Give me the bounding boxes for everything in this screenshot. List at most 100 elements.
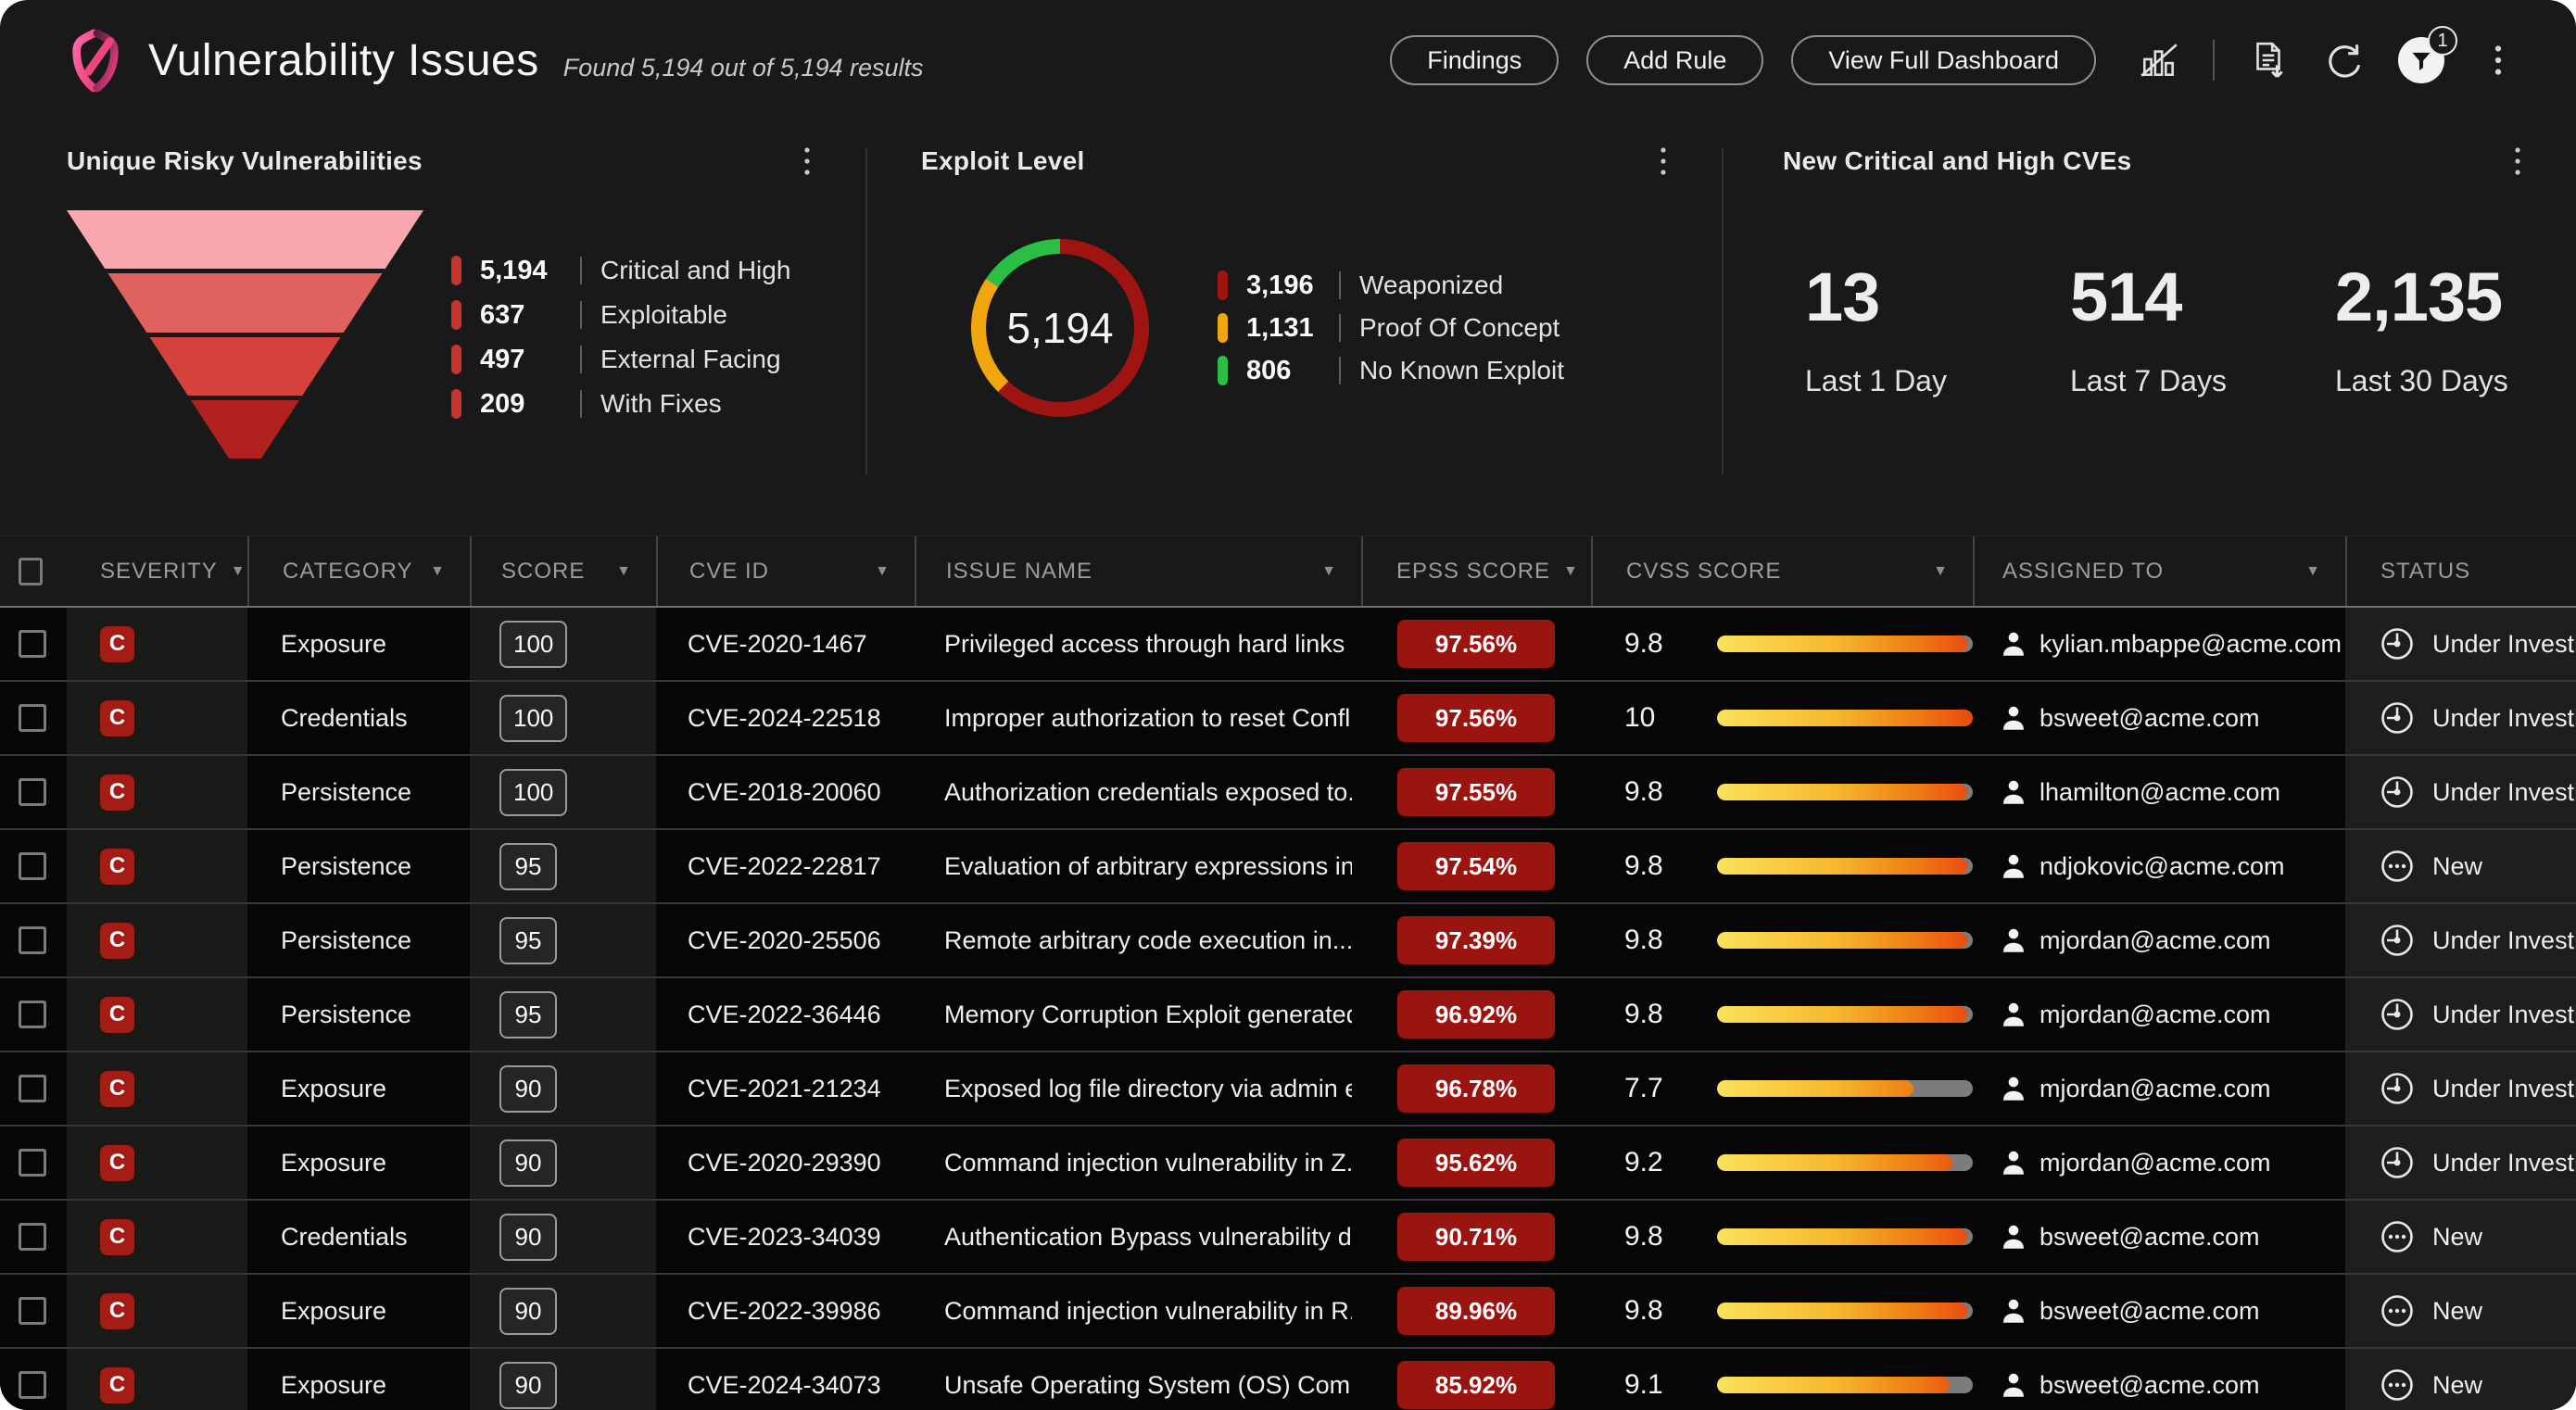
filter-icon[interactable]: ▼ xyxy=(1321,563,1337,580)
cve-id-cell[interactable]: CVE-2020-1467 xyxy=(688,630,867,659)
filter-icon[interactable]: ▼ xyxy=(231,563,246,580)
row-checkbox[interactable] xyxy=(19,1371,46,1399)
table-row[interactable]: C Persistence 95 CVE-2022-36446 Memory C… xyxy=(0,978,2576,1052)
assignee[interactable]: mjordan@acme.com xyxy=(2001,1149,2271,1177)
cve-id-cell[interactable]: CVE-2023-34039 xyxy=(688,1223,881,1252)
add-rule-button[interactable]: Add Rule xyxy=(1586,35,1763,85)
assignee[interactable]: lhamilton@acme.com xyxy=(2001,778,2280,807)
table-row[interactable]: C Exposure 90 CVE-2022-39986 Command inj… xyxy=(0,1275,2576,1349)
chart-toggle-icon[interactable] xyxy=(2137,38,2181,82)
filter-icon[interactable]: ▼ xyxy=(616,563,632,580)
assignee[interactable]: mjordan@acme.com xyxy=(2001,926,2271,955)
person-icon xyxy=(2001,704,2027,732)
status-cell[interactable]: Under Investig xyxy=(2379,1144,2576,1181)
filter-icon[interactable]: ▼ xyxy=(1563,563,1579,580)
cve-id-cell[interactable]: CVE-2022-22817 xyxy=(688,852,881,881)
cve-id-cell[interactable]: CVE-2020-25506 xyxy=(688,926,881,955)
status-cell[interactable]: New xyxy=(2379,848,2482,885)
table-row[interactable]: C Persistence 95 CVE-2022-22817 Evaluati… xyxy=(0,830,2576,904)
row-checkbox[interactable] xyxy=(19,1001,46,1028)
cve-id-cell[interactable]: CVE-2024-34073 xyxy=(688,1371,881,1400)
table-row[interactable]: C Exposure 100 CVE-2020-1467 Privileged … xyxy=(0,608,2576,682)
assignee[interactable]: ndjokovic@acme.com xyxy=(2001,852,2285,881)
filter-icon[interactable]: ▼ xyxy=(875,563,890,580)
assignee[interactable]: mjordan@acme.com xyxy=(2001,1075,2271,1103)
issue-name-cell[interactable]: Improper authorization to reset Confl... xyxy=(944,704,1352,733)
cve-id-cell[interactable]: CVE-2020-29390 xyxy=(688,1149,881,1177)
issue-name-cell[interactable]: Unsafe Operating System (OS) Com... xyxy=(944,1371,1352,1400)
column-header-score[interactable]: SCORE▼ xyxy=(470,536,656,606)
row-checkbox[interactable] xyxy=(19,630,46,658)
table-row[interactable]: C Exposure 90 CVE-2020-29390 Command inj… xyxy=(0,1127,2576,1201)
cve-id-cell[interactable]: CVE-2018-20060 xyxy=(688,778,881,807)
table-row[interactable]: C Persistence 100 CVE-2018-20060 Authori… xyxy=(0,756,2576,830)
column-header-severity[interactable]: SEVERITY▼ xyxy=(67,536,247,606)
row-checkbox[interactable] xyxy=(19,778,46,806)
table-row[interactable]: C Exposure 90 CVE-2024-34073 Unsafe Oper… xyxy=(0,1349,2576,1410)
table-row[interactable]: C Credentials 100 CVE-2024-22518 Imprope… xyxy=(0,682,2576,756)
status-cell[interactable]: Under Investig xyxy=(2379,774,2576,811)
findings-button[interactable]: Findings xyxy=(1390,35,1559,85)
status-cell[interactable]: Under Investig xyxy=(2379,699,2576,736)
column-header-cve-id[interactable]: CVE ID▼ xyxy=(656,536,915,606)
assignee[interactable]: bsweet@acme.com xyxy=(2001,1223,2260,1252)
assignee[interactable]: kylian.mbappe@acme.com xyxy=(2001,630,2342,659)
row-checkbox[interactable] xyxy=(19,1297,46,1325)
assignee[interactable]: mjordan@acme.com xyxy=(2001,1001,2271,1029)
select-all-checkbox[interactable] xyxy=(19,558,43,585)
status-cell[interactable]: New xyxy=(2379,1218,2482,1255)
issue-name-cell[interactable]: Authorization credentials exposed to... xyxy=(944,778,1352,807)
column-header-assigned-to[interactable]: ASSIGNED TO▼ xyxy=(1973,536,2345,606)
issue-name-cell[interactable]: Exposed log file directory via admin e..… xyxy=(944,1075,1352,1103)
issue-name-cell[interactable]: Evaluation of arbitrary expressions in..… xyxy=(944,852,1352,881)
issue-name-cell[interactable]: Command injection vulnerability in R... xyxy=(944,1297,1352,1326)
cve-id-cell[interactable]: CVE-2021-21234 xyxy=(688,1075,881,1103)
refresh-icon[interactable] xyxy=(2322,38,2367,82)
status-cell[interactable]: New xyxy=(2379,1292,2482,1329)
status-cell[interactable]: Under Investig xyxy=(2379,922,2576,959)
issue-name-cell[interactable]: Authentication Bypass vulnerability d... xyxy=(944,1223,1352,1252)
view-full-dashboard-button[interactable]: View Full Dashboard xyxy=(1791,35,2096,85)
assignee[interactable]: bsweet@acme.com xyxy=(2001,1371,2260,1400)
cve-id-cell[interactable]: CVE-2022-39986 xyxy=(688,1297,881,1326)
row-checkbox[interactable] xyxy=(19,926,46,954)
card-menu-icon[interactable] xyxy=(2509,141,2526,188)
overflow-menu-icon[interactable] xyxy=(2476,38,2520,82)
table-row[interactable]: C Exposure 90 CVE-2021-21234 Exposed log… xyxy=(0,1052,2576,1127)
card-menu-icon[interactable] xyxy=(799,141,815,188)
row-checkbox[interactable] xyxy=(19,1149,46,1177)
issue-name-cell[interactable]: Memory Corruption Exploit generated xyxy=(944,1001,1352,1029)
row-checkbox[interactable] xyxy=(19,852,46,880)
export-report-icon[interactable] xyxy=(2246,38,2291,82)
column-header-epss-score[interactable]: EPSS SCORE▼ xyxy=(1361,536,1591,606)
table-row[interactable]: C Persistence 95 CVE-2020-25506 Remote a… xyxy=(0,904,2576,978)
severity-badge: C xyxy=(100,849,134,885)
cve-id-cell[interactable]: CVE-2022-36446 xyxy=(688,1001,881,1029)
issue-name-cell[interactable]: Privileged access through hard links xyxy=(944,630,1345,659)
status-cell[interactable]: Under Investig xyxy=(2379,625,2576,662)
issue-name-cell[interactable]: Command injection vulnerability in Z... xyxy=(944,1149,1352,1177)
filter-button[interactable]: 1 xyxy=(2398,37,2444,83)
assignee[interactable]: bsweet@acme.com xyxy=(2001,1297,2260,1326)
column-header-cvss-score[interactable]: CVSS SCORE▼ xyxy=(1591,536,1973,606)
issue-name-cell[interactable]: Remote arbitrary code execution in... xyxy=(944,926,1352,955)
cvss-score-value: 9.2 xyxy=(1624,1147,1689,1178)
cve-id-cell[interactable]: CVE-2024-22518 xyxy=(688,704,881,733)
row-checkbox[interactable] xyxy=(19,1075,46,1102)
column-header-category[interactable]: CATEGORY▼ xyxy=(247,536,470,606)
status-cell[interactable]: New xyxy=(2379,1366,2482,1404)
category-cell: Exposure xyxy=(281,1075,386,1103)
severity-badge: C xyxy=(100,997,134,1033)
row-checkbox[interactable] xyxy=(19,1223,46,1251)
filter-icon[interactable]: ▼ xyxy=(1933,563,1949,580)
table-row[interactable]: C Credentials 90 CVE-2023-34039 Authenti… xyxy=(0,1201,2576,1275)
column-header-issue-name[interactable]: ISSUE NAME▼ xyxy=(915,536,1361,606)
column-header-status[interactable]: STATUS xyxy=(2345,536,2576,606)
status-cell[interactable]: Under Investig xyxy=(2379,996,2576,1033)
card-menu-icon[interactable] xyxy=(1655,141,1672,188)
status-cell[interactable]: Under Investig xyxy=(2379,1070,2576,1107)
filter-icon[interactable]: ▼ xyxy=(2305,563,2321,580)
assignee[interactable]: bsweet@acme.com xyxy=(2001,704,2260,733)
row-checkbox[interactable] xyxy=(19,704,46,732)
filter-icon[interactable]: ▼ xyxy=(430,563,446,580)
